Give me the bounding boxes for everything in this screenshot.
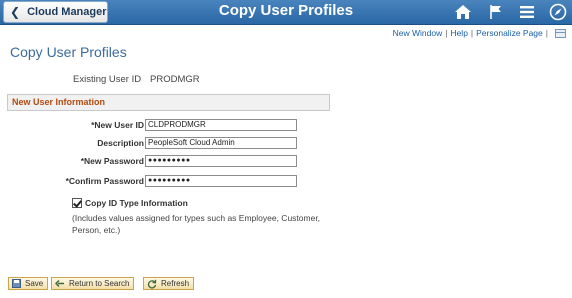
back-button[interactable]: ❮ Cloud Manager	[3, 1, 108, 23]
new-password-input[interactable]: ●●●●●●●●●	[145, 155, 297, 167]
copy-id-type-row: Copy ID Type Information	[72, 198, 188, 208]
section-header: New User Information	[7, 94, 330, 111]
home-icon[interactable]	[453, 2, 473, 22]
header-bar: ❮ Cloud Manager Copy User Profiles	[0, 0, 572, 25]
refresh-button-label: Refresh	[161, 279, 190, 288]
return-to-search-button[interactable]: Return to Search	[51, 277, 135, 290]
link-separator: |	[470, 28, 474, 38]
existing-user-value: PRODMGR	[150, 74, 200, 85]
confirm-password-input[interactable]: ●●●●●●●●●	[145, 175, 297, 187]
page-title: Copy User Profiles	[10, 44, 127, 60]
existing-user-row: Existing User ID PRODMGR	[73, 74, 200, 85]
new-password-label: *New Password	[80, 156, 144, 166]
confirm-password-label: *Confirm Password	[65, 176, 144, 186]
copy-id-type-note: (Includes values assigned for types such…	[72, 213, 321, 235]
menu-icon[interactable]	[517, 2, 537, 22]
personalize-grid-icon[interactable]	[555, 28, 566, 38]
page-links: New Window | Help | Personalize Page |	[393, 28, 566, 38]
personalize-page-link[interactable]: Personalize Page	[476, 28, 543, 38]
new-user-id-input[interactable]: CLDPRODMGR	[145, 119, 297, 131]
existing-user-label: Existing User ID	[73, 74, 142, 85]
refresh-icon	[147, 279, 157, 289]
link-separator: |	[445, 28, 448, 38]
save-button[interactable]: Save	[8, 277, 49, 290]
return-to-search-label: Return to Search	[69, 279, 130, 288]
save-button-label: Save	[25, 279, 44, 288]
description-input[interactable]: PeopleSoft Cloud Admin	[145, 137, 297, 149]
return-icon	[55, 279, 65, 288]
link-separator: |	[545, 28, 548, 38]
refresh-button[interactable]: Refresh	[143, 277, 195, 290]
chevron-left-icon: ❮	[10, 5, 21, 19]
back-button-label: Cloud Manager	[27, 6, 107, 18]
save-icon	[12, 279, 21, 288]
help-link[interactable]: Help	[450, 28, 467, 38]
copy-id-type-checkbox[interactable]	[72, 198, 82, 208]
navigate-icon[interactable]	[548, 2, 568, 22]
flag-icon[interactable]	[486, 2, 506, 22]
new-user-id-label: *New User ID	[91, 120, 144, 130]
new-window-link[interactable]: New Window	[393, 28, 443, 38]
copy-id-type-label: Copy ID Type Information	[85, 198, 188, 208]
description-label: Description	[97, 138, 144, 148]
